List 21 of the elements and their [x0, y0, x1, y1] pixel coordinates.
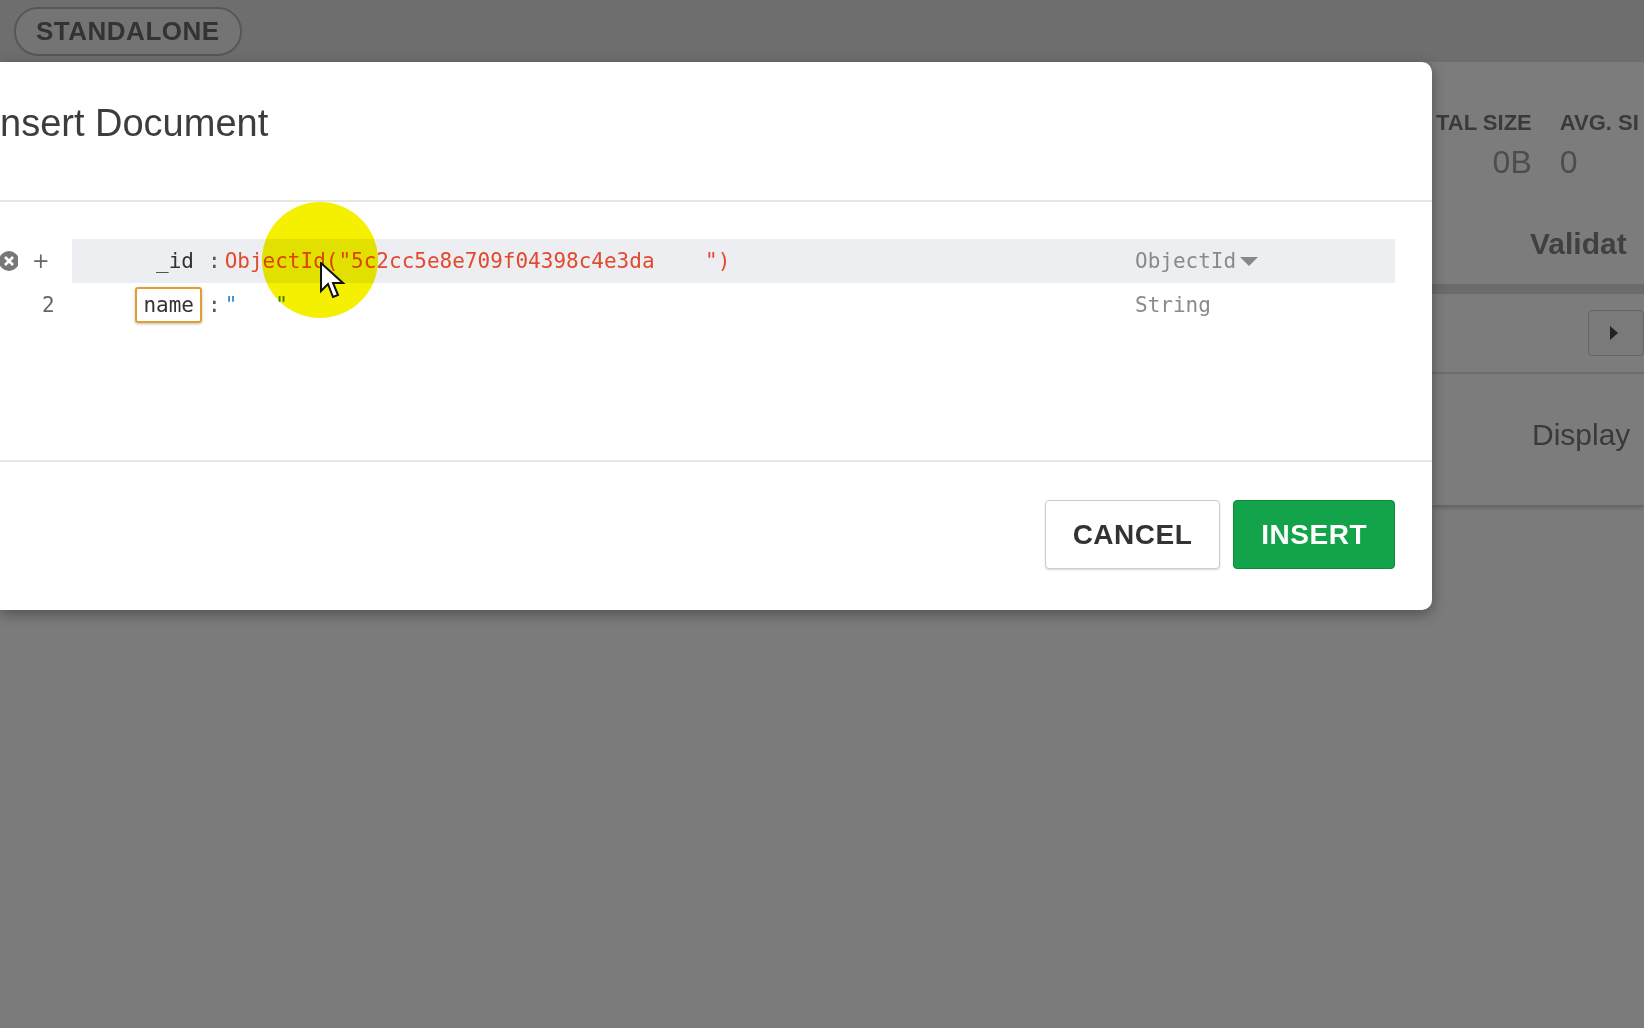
dialog-title: nsert Document	[0, 101, 269, 145]
stat-label: TAL SIZE	[1436, 110, 1532, 136]
section-heading: Validat	[1529, 226, 1628, 262]
insert-button[interactable]: INSERT	[1233, 500, 1395, 569]
expand-button[interactable]	[1588, 310, 1644, 356]
line-number: 2	[42, 293, 55, 317]
key-input-field[interactable]: name	[135, 287, 202, 323]
dropdown-caret-icon[interactable]	[1240, 256, 1259, 266]
field-value[interactable]: " "	[224, 293, 1135, 317]
caret-icon	[1609, 325, 1619, 341]
cancel-button[interactable]: CANCEL	[1044, 500, 1221, 569]
status-badge: STANDALONE	[14, 6, 242, 56]
type-label[interactable]: ObjectId	[1135, 249, 1237, 273]
colon: :	[208, 293, 221, 317]
remove-icon[interactable]	[0, 250, 18, 272]
colon: :	[208, 249, 221, 273]
field-key[interactable]: _id	[148, 243, 202, 279]
stat-label: AVG. SI	[1559, 110, 1639, 136]
type-label: String	[1135, 293, 1211, 317]
add-field-button[interactable]: +	[32, 249, 50, 273]
display-label: Display	[1531, 417, 1632, 453]
